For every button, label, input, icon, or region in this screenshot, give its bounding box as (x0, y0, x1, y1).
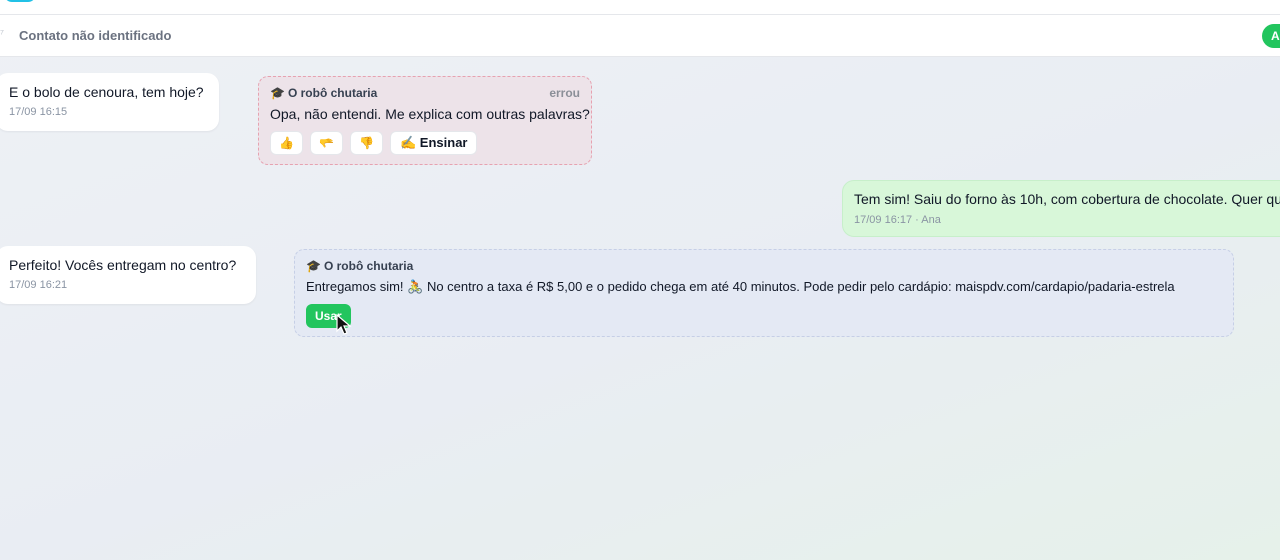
feedback-buttons: 👍 🫳 👎 ✍️ Ensinar (270, 131, 579, 155)
bot-title: O robô chutaria (323, 259, 414, 273)
bot-title: O robô chutaria (287, 86, 378, 100)
outgoing-message: Tem sim! Saiu do forno às 10h, com cober… (842, 180, 1280, 237)
bot-suggestion-error: 🎓 O robô chutaria errou Opa, não entendi.… (258, 76, 592, 165)
filter-icon: ⁷ (0, 28, 4, 40)
header-action-button[interactable]: A (1262, 24, 1280, 48)
mouse-cursor-icon (336, 314, 352, 335)
thumbs-up-button[interactable]: 👍 (270, 131, 303, 155)
neutral-hand-icon: 🫳 (319, 136, 334, 150)
tab-indicator[interactable] (4, 0, 36, 2)
chat-header: ⁷ Contato não identificado A (0, 15, 1280, 57)
thumbs-down-button[interactable]: 👎 (350, 131, 383, 155)
message-time: 17/09 16:15 (9, 106, 68, 118)
incoming-message: Perfeito! Vocês entregam no centro? 17/0… (0, 246, 256, 304)
bot-suggestion: 🎓 O robô chutaria Entregamos sim! 🚴 No ce… (294, 249, 1234, 337)
bot-suggestion-text: Opa, não entendi. Me explica com outras … (270, 106, 590, 122)
message-text: Tem sim! Saiu do forno às 10h, com cober… (854, 191, 1280, 207)
status-badge: errou (549, 86, 580, 100)
contact-name: Contato não identificado (19, 28, 172, 43)
bot-suggestion-text: Entregamos sim! 🚴 No centro a taxa é R$ … (306, 279, 1175, 294)
thumbs-down-icon: 👎 (359, 136, 374, 150)
graduation-cap-icon: 🎓 (270, 86, 285, 100)
teach-button[interactable]: ✍️ Ensinar (390, 131, 478, 155)
graduation-cap-icon: 🎓 (306, 259, 321, 273)
neutral-button[interactable]: 🫳 (310, 131, 343, 155)
thumbs-up-icon: 👍 (279, 136, 294, 150)
message-text: Perfeito! Vocês entregam no centro? (9, 257, 237, 273)
message-time: 17/09 16:17 · Ana (854, 214, 941, 226)
message-text: E o bolo de cenoura, tem hoje? (9, 84, 204, 100)
message-time: 17/09 16:21 (9, 279, 68, 291)
incoming-message: E o bolo de cenoura, tem hoje? 17/09 16:… (0, 73, 219, 131)
top-bar (0, 0, 1280, 15)
